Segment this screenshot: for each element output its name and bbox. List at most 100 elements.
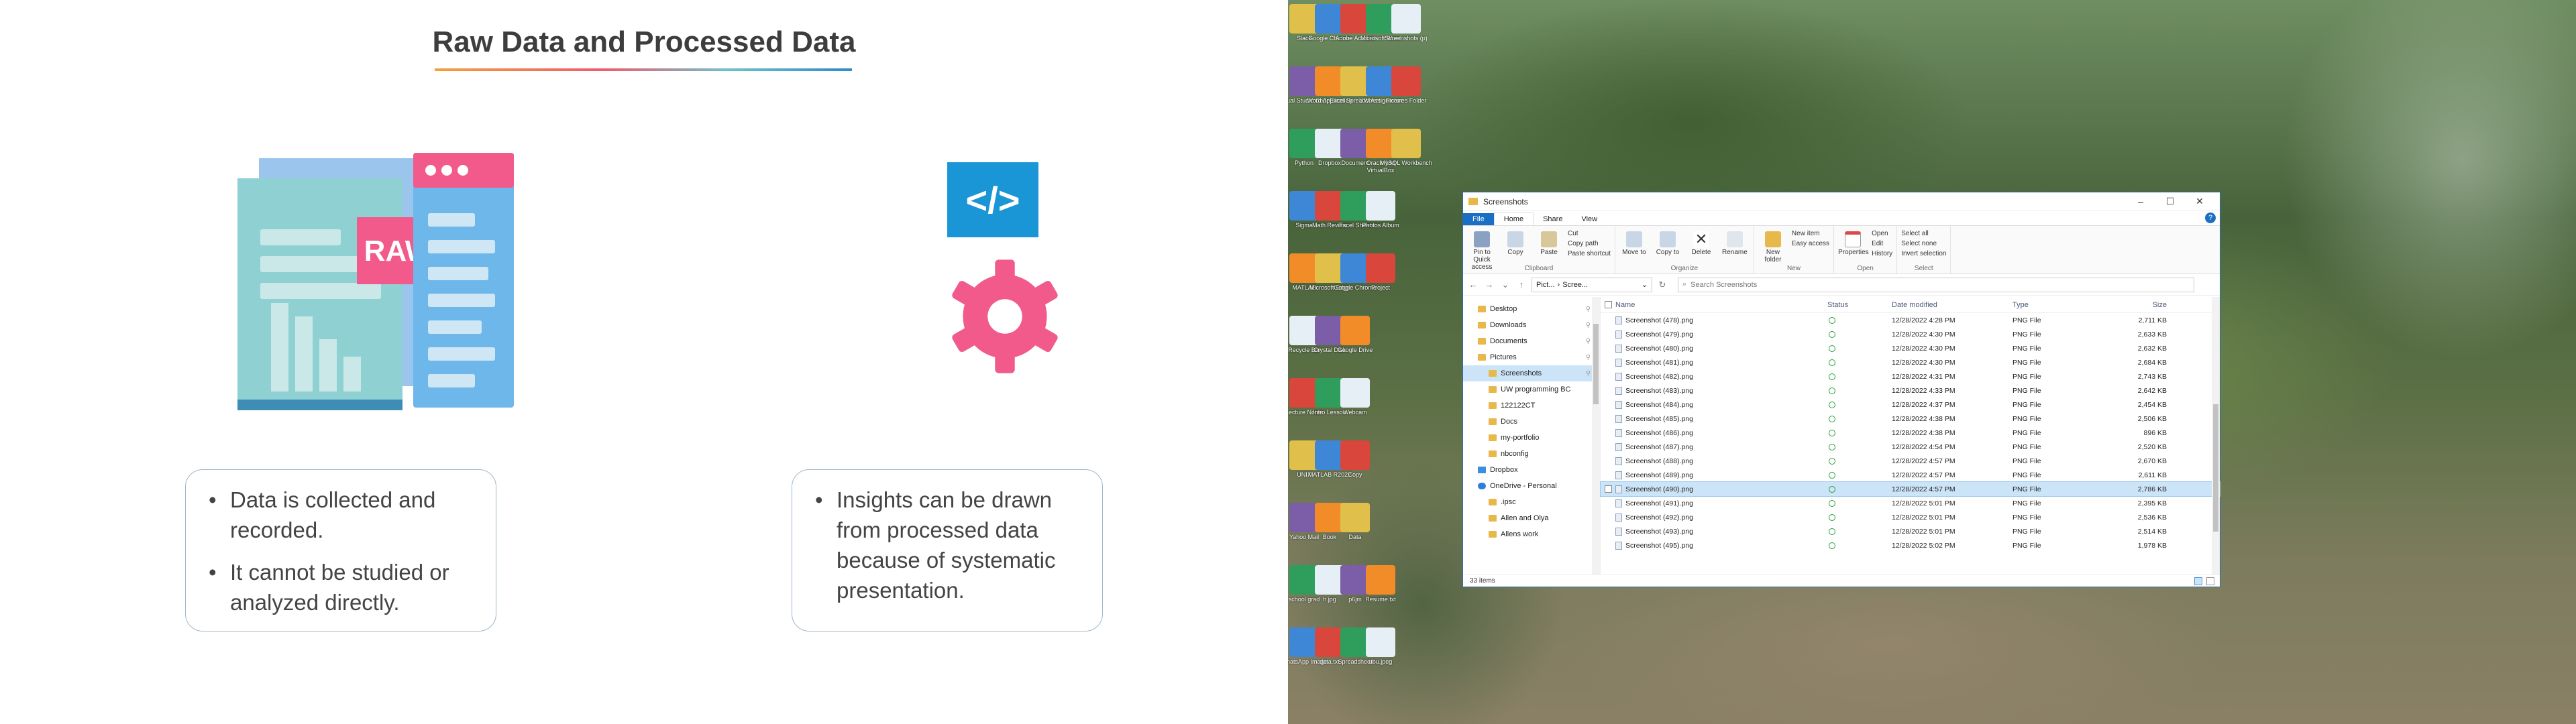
search-box[interactable]: ⌕ Search Screenshots bbox=[1678, 277, 2194, 292]
open-button[interactable]: Open bbox=[1872, 229, 1892, 239]
column-type[interactable]: Type bbox=[2012, 301, 2113, 309]
move-to-button[interactable]: Move to bbox=[1619, 229, 1649, 264]
nav-item[interactable]: Desktop ⚲ bbox=[1463, 301, 1600, 317]
maximize-button[interactable]: ☐ bbox=[2155, 196, 2185, 207]
back-icon[interactable]: ← bbox=[1467, 280, 1479, 290]
details-view-icon[interactable] bbox=[2194, 577, 2202, 585]
file-row[interactable]: Screenshot (493).png 12/28/2022 5:01 PM PN… bbox=[1601, 524, 2220, 538]
file-row[interactable]: Screenshot (495).png 12/28/2022 5:02 PM PN… bbox=[1601, 538, 2220, 552]
file-row[interactable]: Screenshot (479).png 12/28/2022 4:30 PM PN… bbox=[1601, 327, 2220, 341]
file-row[interactable]: Screenshot (492).png 12/28/2022 5:01 PM PN… bbox=[1601, 510, 2220, 524]
refresh-icon[interactable]: ↻ bbox=[1656, 280, 1668, 290]
desktop-icon[interactable]: ubu.jpeg bbox=[1354, 627, 1407, 666]
nav-item[interactable]: Pictures ⚲ bbox=[1463, 349, 1600, 365]
file-row[interactable]: Screenshot (482).png 12/28/2022 4:31 PM PN… bbox=[1601, 369, 2220, 383]
desktop-icon[interactable]: Screenshots (p) bbox=[1379, 4, 1433, 42]
address-segment-1[interactable]: Pict... bbox=[1536, 281, 1555, 289]
header-checkbox[interactable] bbox=[1601, 301, 1615, 308]
chevron-down-icon[interactable]: ⌄ bbox=[1642, 280, 1648, 289]
copy-path-button[interactable]: Copy path bbox=[1568, 239, 1611, 249]
column-date[interactable]: Date modified bbox=[1892, 301, 2012, 309]
nav-item[interactable]: Allen and Olya bbox=[1463, 510, 1600, 526]
close-button[interactable]: ✕ bbox=[2185, 196, 2214, 207]
properties-button[interactable]: Properties bbox=[1838, 229, 1869, 264]
nav-scroll-thumb[interactable] bbox=[1593, 324, 1599, 404]
edit-button[interactable]: Edit bbox=[1872, 239, 1892, 249]
select-all-button[interactable]: Select all bbox=[1901, 229, 1946, 239]
file-scrollbar[interactable] bbox=[2212, 297, 2220, 575]
file-row[interactable]: Screenshot (486).png 12/28/2022 4:38 PM PN… bbox=[1601, 426, 2220, 440]
desktop-icon[interactable]: Resume.txt bbox=[1354, 565, 1407, 603]
delete-button[interactable]: ✕ Delete bbox=[1686, 229, 1716, 264]
large-icons-view-icon[interactable] bbox=[2206, 577, 2214, 585]
column-size[interactable]: Size bbox=[2113, 301, 2167, 309]
rename-button[interactable]: Rename bbox=[1720, 229, 1750, 264]
tab-share[interactable]: Share bbox=[1534, 213, 1572, 225]
nav-item[interactable]: .ipsc bbox=[1463, 494, 1600, 510]
row-checkbox-box[interactable] bbox=[1604, 485, 1612, 493]
select-all-checkbox[interactable] bbox=[1604, 301, 1612, 308]
recent-icon[interactable]: ⌄ bbox=[1499, 280, 1511, 290]
help-icon[interactable]: ? bbox=[2205, 213, 2216, 223]
invert-selection-button[interactable]: Invert selection bbox=[1901, 249, 1946, 259]
file-name: Screenshot (478).png bbox=[1625, 316, 1693, 324]
copy-to-button[interactable]: Copy to bbox=[1653, 229, 1682, 264]
search-icon: ⌕ bbox=[1682, 280, 1687, 288]
desktop-icon[interactable]: Project bbox=[1354, 253, 1407, 292]
pin-quick-access-button[interactable]: Pin to Quick access bbox=[1467, 229, 1497, 271]
column-status[interactable]: Status bbox=[1827, 301, 1892, 309]
nav-item[interactable]: Allens work bbox=[1463, 526, 1600, 542]
address-segment-2[interactable]: Scree... bbox=[1562, 281, 1588, 289]
nav-item[interactable]: 122122CT bbox=[1463, 398, 1600, 414]
search-input[interactable]: Search Screenshots bbox=[1690, 281, 1757, 289]
nav-item[interactable]: Dropbox bbox=[1463, 462, 1600, 478]
select-none-button[interactable]: Select none bbox=[1901, 239, 1946, 249]
tab-file[interactable]: File bbox=[1463, 213, 1494, 225]
up-icon[interactable]: ↑ bbox=[1515, 280, 1527, 290]
desktop-icon[interactable]: Webcam bbox=[1328, 378, 1382, 416]
nav-scrollbar[interactable] bbox=[1592, 297, 1600, 575]
nav-item[interactable]: Documents ⚲ bbox=[1463, 333, 1600, 349]
desktop-icon[interactable]: MySQL Workbench bbox=[1379, 129, 1433, 167]
tab-home[interactable]: Home bbox=[1493, 213, 1534, 225]
file-row[interactable]: Screenshot (483).png 12/28/2022 4:33 PM PN… bbox=[1601, 383, 2220, 398]
file-row[interactable]: Screenshot (491).png 12/28/2022 5:01 PM PN… bbox=[1601, 496, 2220, 510]
new-item-button[interactable]: New item bbox=[1792, 229, 1829, 239]
history-button[interactable]: History bbox=[1872, 249, 1892, 259]
new-folder-button[interactable]: New folder bbox=[1758, 229, 1788, 264]
nav-item[interactable]: my-portfolio bbox=[1463, 430, 1600, 446]
column-name[interactable]: Name bbox=[1615, 301, 1827, 309]
desktop-icon[interactable]: Photos Album bbox=[1354, 191, 1407, 229]
nav-item[interactable]: UW programming BC bbox=[1463, 381, 1600, 398]
file-row[interactable]: Screenshot (480).png 12/28/2022 4:30 PM PN… bbox=[1601, 341, 2220, 355]
nav-item[interactable]: Downloads ⚲ bbox=[1463, 317, 1600, 333]
copy-button[interactable]: Copy bbox=[1501, 229, 1530, 264]
easy-access-button[interactable]: Easy access bbox=[1792, 239, 1829, 249]
desktop-icon[interactable]: Data bbox=[1328, 503, 1382, 541]
nav-item[interactable]: nbconfig bbox=[1463, 446, 1600, 462]
file-row[interactable]: Screenshot (485).png 12/28/2022 4:38 PM PN… bbox=[1601, 412, 2220, 426]
paste-button[interactable]: Paste bbox=[1534, 229, 1564, 264]
minimize-button[interactable]: – bbox=[2126, 196, 2155, 207]
file-row[interactable]: Screenshot (484).png 12/28/2022 4:37 PM PN… bbox=[1601, 398, 2220, 412]
file-row[interactable]: Screenshot (489).png 12/28/2022 4:57 PM PN… bbox=[1601, 468, 2220, 482]
nav-item-label: Desktop bbox=[1490, 305, 1517, 313]
nav-item[interactable]: Docs bbox=[1463, 414, 1600, 430]
file-row[interactable]: Screenshot (488).png 12/28/2022 4:57 PM PN… bbox=[1601, 454, 2220, 468]
tab-view[interactable]: View bbox=[1572, 213, 1607, 225]
cut-button[interactable]: Cut bbox=[1568, 229, 1611, 239]
address-bar[interactable]: Pict... › Scree... ⌄ bbox=[1532, 277, 1652, 292]
paste-shortcut-button[interactable]: Paste shortcut bbox=[1568, 249, 1611, 259]
desktop-icon[interactable]: Copy bbox=[1328, 440, 1382, 479]
file-row[interactable]: Screenshot (490).png 12/28/2022 4:57 PM PN… bbox=[1600, 481, 2220, 497]
file-scroll-thumb[interactable] bbox=[2213, 404, 2218, 532]
file-row[interactable]: Screenshot (487).png 12/28/2022 4:54 PM PN… bbox=[1601, 440, 2220, 454]
desktop-icon[interactable]: Google Drive bbox=[1328, 316, 1382, 354]
nav-item[interactable]: OneDrive - Personal bbox=[1463, 478, 1600, 494]
desktop-icon[interactable]: Pictures Folder bbox=[1379, 66, 1433, 105]
row-checkbox[interactable] bbox=[1601, 485, 1615, 493]
file-row[interactable]: Screenshot (481).png 12/28/2022 4:30 PM PN… bbox=[1601, 355, 2220, 369]
nav-item[interactable]: Screenshots ⚲ bbox=[1463, 365, 1600, 381]
file-row[interactable]: Screenshot (478).png 12/28/2022 4:28 PM PN… bbox=[1601, 313, 2220, 327]
forward-icon[interactable]: → bbox=[1483, 280, 1495, 290]
